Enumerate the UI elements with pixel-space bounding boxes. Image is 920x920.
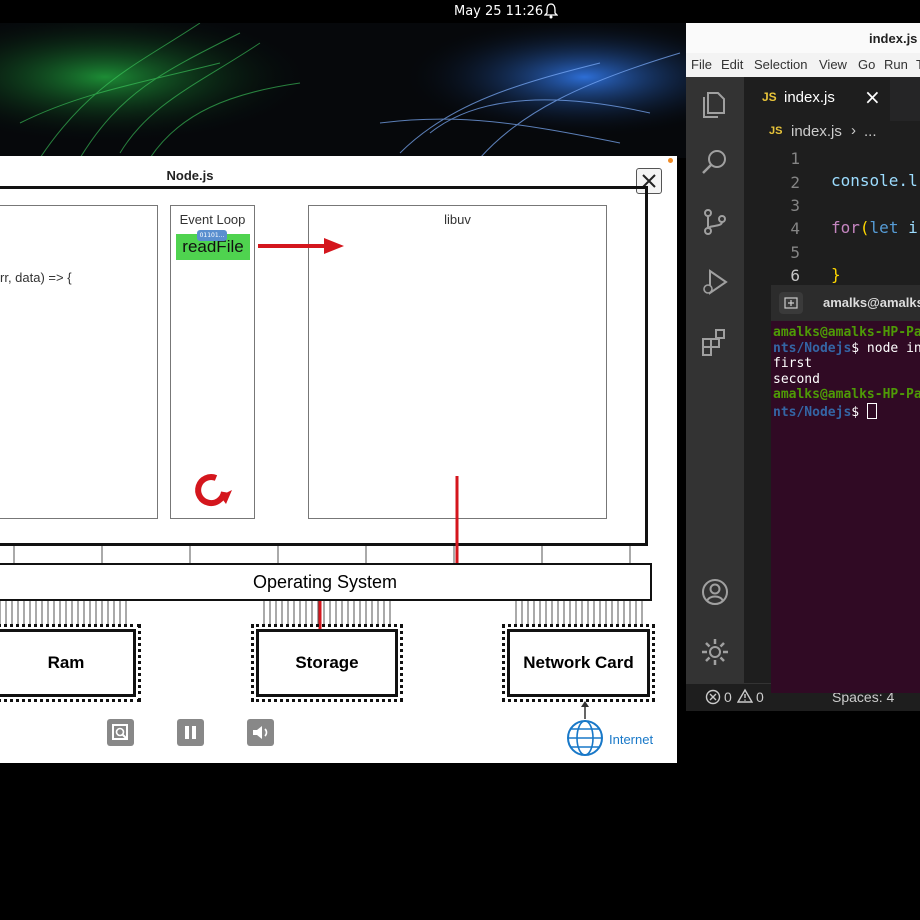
globe-icon xyxy=(567,701,603,756)
volume-icon xyxy=(253,726,268,739)
prompt-symbol: $ xyxy=(851,405,867,420)
desktop-wallpaper xyxy=(0,23,686,158)
js-file-icon: JS xyxy=(762,90,777,104)
new-tab-button[interactable] xyxy=(779,292,803,314)
breadcrumb-more[interactable]: ... xyxy=(864,123,877,140)
terminal-line: second xyxy=(773,372,820,387)
paren: ( xyxy=(859,218,870,237)
menu-selection[interactable]: Selection xyxy=(754,57,807,72)
terminal-line: nts/Nodejs$ xyxy=(773,403,877,420)
zoom-button[interactable] xyxy=(107,719,134,746)
prompt-path: nts/Nodejs xyxy=(773,405,852,420)
prompt-path: nts/Nodejs xyxy=(773,341,852,356)
tab-index-js[interactable]: JS index.js × xyxy=(744,77,890,121)
breadcrumb: JS index.js › ... xyxy=(744,121,920,143)
prompt-user: amalks@amalks-HP-Pav xyxy=(773,325,920,340)
line-number-active: 6 xyxy=(790,266,800,285)
line-number: 1 xyxy=(790,149,800,168)
operating-system-bar: Operating System xyxy=(0,563,652,601)
line-number: 4 xyxy=(790,219,800,238)
pause-icon xyxy=(185,726,196,739)
internet-label: Internet xyxy=(609,732,654,747)
breadcrumb-separator: › xyxy=(851,122,856,139)
top-bar: May 25 11:26 xyxy=(0,0,920,23)
ram-box: Ram xyxy=(0,624,141,702)
video-player-window[interactable]: Node.js rr, data) => { Event Loop readFi… xyxy=(0,156,677,763)
command: $ node inc xyxy=(851,341,920,356)
warning-icon[interactable] xyxy=(737,688,753,704)
keyword-let: let xyxy=(869,218,899,237)
window-title: index.js - xyxy=(869,31,920,46)
line-number: 3 xyxy=(790,196,800,215)
orange-dot xyxy=(668,158,673,163)
tab-label: index.js xyxy=(784,89,835,106)
terminal-headerbar: amalks@amalks- xyxy=(771,285,920,321)
menu-go[interactable]: Go xyxy=(858,57,875,72)
tab-close-icon[interactable]: × xyxy=(864,85,881,109)
terminal-title: amalks@amalks- xyxy=(823,295,920,310)
menu-file[interactable]: File xyxy=(691,57,712,72)
terminal-line: amalks@amalks-HP-Pav xyxy=(773,387,920,402)
menu-view[interactable]: View xyxy=(819,57,847,72)
storage-box: Storage xyxy=(251,624,403,702)
code-line-2: console.l xyxy=(831,171,918,190)
line-number: 2 xyxy=(790,173,800,192)
js-file-icon: JS xyxy=(769,125,783,137)
menu-edit[interactable]: Edit xyxy=(721,57,743,72)
pause-button[interactable] xyxy=(177,719,204,746)
zoom-icon xyxy=(112,724,128,740)
code-line-4: for(let i xyxy=(831,218,918,237)
terminal-output[interactable]: amalks@amalks-HP-Pav nts/Nodejs$ node in… xyxy=(771,321,920,693)
editor-tab-bar: JS index.js × xyxy=(744,77,920,121)
line-number: 5 xyxy=(790,243,800,262)
variable-i: i xyxy=(908,218,918,237)
clock[interactable]: May 25 11:26 xyxy=(454,4,543,19)
new-tab-icon xyxy=(784,297,798,309)
error-count[interactable]: 0 xyxy=(724,689,732,705)
menu-terminal[interactable]: T xyxy=(916,57,920,72)
warning-count[interactable]: 0 xyxy=(756,689,764,705)
error-icon[interactable] xyxy=(705,689,721,705)
terminal-line: first xyxy=(773,356,813,371)
terminal-line: amalks@amalks-HP-Pav xyxy=(773,325,920,340)
keyword-for: for xyxy=(831,218,860,237)
terminal-window[interactable]: amalks@amalks- amalks@amalks-HP-Pav nts/… xyxy=(771,285,920,693)
code-line-6: } xyxy=(831,265,841,284)
menu-run[interactable]: Run xyxy=(884,57,908,72)
menu-bar: File Edit Selection View Go Run T xyxy=(686,53,920,77)
cursor xyxy=(866,403,877,419)
bell-icon[interactable] xyxy=(544,2,558,20)
explorer-icon[interactable] xyxy=(700,89,730,119)
breadcrumb-file[interactable]: index.js xyxy=(791,123,842,140)
volume-button[interactable] xyxy=(247,719,274,746)
prompt-user: amalks@amalks-HP-Pav xyxy=(773,387,920,402)
vscode-titlebar: index.js - xyxy=(686,23,920,53)
network-card-box: Network Card xyxy=(502,624,655,702)
terminal-line: nts/Nodejs$ node inc xyxy=(773,341,920,356)
